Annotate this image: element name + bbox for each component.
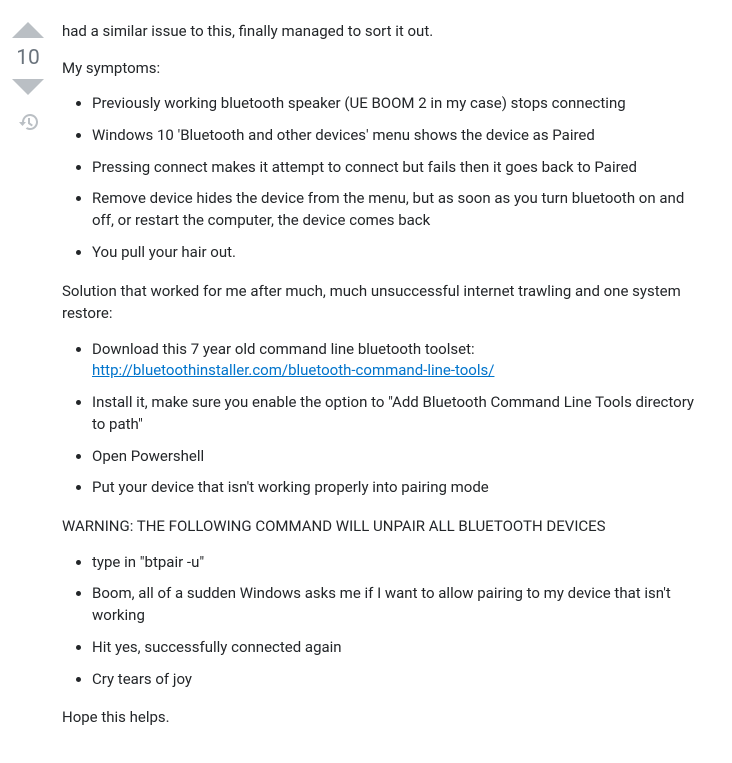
list-item: Cry tears of joy (92, 669, 704, 691)
solution-heading: Solution that worked for me after much, … (62, 280, 704, 325)
warning-text: WARNING: THE FOLLOWING COMMAND WILL UNPA… (62, 515, 704, 538)
list-item: Put your device that isn't working prope… (92, 477, 704, 499)
list-item: Download this 7 year old command line bl… (92, 339, 704, 383)
solution-steps-1: Download this 7 year old command line bl… (62, 339, 704, 500)
intro-text: had a similar issue to this, finally man… (62, 20, 704, 43)
symptoms-heading: My symptoms: (62, 57, 704, 80)
upvote-button[interactable] (12, 22, 44, 38)
downvote-button[interactable] (12, 79, 44, 95)
solution-steps-2: type in "btpair -u" Boom, all of a sudde… (62, 552, 704, 691)
list-item: Windows 10 'Bluetooth and other devices'… (92, 125, 704, 147)
outro-text: Hope this helps. (62, 706, 704, 729)
symptoms-list: Previously working bluetooth speaker (UE… (62, 93, 704, 264)
answer-post: 10 had a similar issue to this, finally … (0, 20, 716, 743)
list-item: Install it, make sure you enable the opt… (92, 392, 704, 436)
list-item: type in "btpair -u" (92, 552, 704, 574)
tool-link[interactable]: http://bluetoothinstaller.com/bluetooth-… (92, 361, 494, 379)
list-item: You pull your hair out. (92, 242, 704, 264)
vote-column: 10 (0, 20, 56, 135)
timeline-icon[interactable] (19, 113, 38, 135)
step-text: Download this 7 year old command line bl… (92, 340, 475, 358)
list-item: Open Powershell (92, 446, 704, 468)
list-item: Pressing connect makes it attempt to con… (92, 157, 704, 179)
answer-body: had a similar issue to this, finally man… (56, 20, 716, 743)
vote-score: 10 (16, 48, 40, 69)
list-item: Previously working bluetooth speaker (UE… (92, 93, 704, 115)
list-item: Boom, all of a sudden Windows asks me if… (92, 583, 704, 627)
list-item: Hit yes, successfully connected again (92, 637, 704, 659)
list-item: Remove device hides the device from the … (92, 188, 704, 232)
